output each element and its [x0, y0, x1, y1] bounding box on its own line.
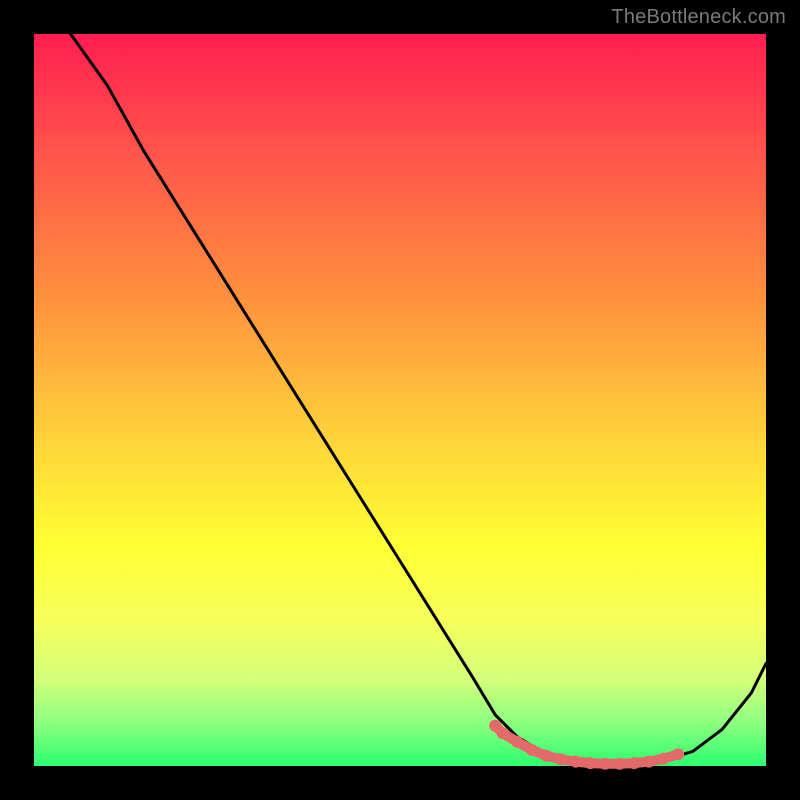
sweet-spot-dot — [511, 736, 523, 748]
sweet-spot-dot — [643, 756, 655, 768]
sweet-spot-dot — [658, 753, 670, 765]
sweet-spot-dot — [526, 744, 538, 756]
sweet-spot-markers — [489, 720, 684, 770]
sweet-spot-dot — [599, 758, 611, 770]
sweet-spot-dot — [628, 757, 640, 769]
sweet-spot-dot — [672, 748, 684, 760]
sweet-spot-dot — [540, 750, 552, 762]
bottleneck-curve — [71, 34, 766, 764]
chart-frame: TheBottleneck.com — [0, 0, 800, 800]
sweet-spot-dot — [584, 757, 596, 769]
sweet-spot-dot — [497, 727, 509, 739]
sweet-spot-dot — [570, 756, 582, 768]
watermark-text: TheBottleneck.com — [611, 6, 786, 29]
sweet-spot-dot — [614, 758, 626, 770]
sweet-spot-dot — [555, 753, 567, 765]
chart-svg — [34, 34, 766, 766]
plot-area — [34, 34, 766, 766]
